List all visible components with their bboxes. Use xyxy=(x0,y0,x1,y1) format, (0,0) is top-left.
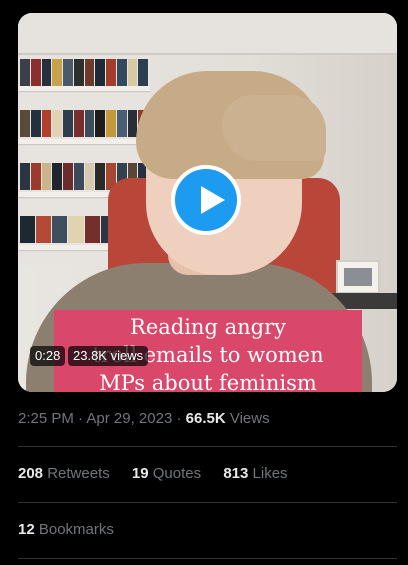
separator: · xyxy=(176,410,186,427)
post-date[interactable]: Apr 29, 2023 xyxy=(86,410,172,427)
ceiling xyxy=(18,13,397,55)
divider xyxy=(18,558,397,559)
play-icon xyxy=(201,186,225,214)
play-button[interactable] xyxy=(171,165,241,235)
retweets-stat[interactable]: 208 Retweets xyxy=(18,465,110,482)
retweets-label: Retweets xyxy=(47,465,110,482)
bookmarks-label: Bookmarks xyxy=(38,521,114,538)
post-views-label: Views xyxy=(229,410,270,427)
bookmarks-stat[interactable]: 12 Bookmarks xyxy=(18,521,114,538)
picture-frame xyxy=(336,260,380,294)
post-time[interactable]: 2:25 PM xyxy=(18,410,74,427)
quotes-label: Quotes xyxy=(152,465,202,482)
bookmarks-count: 12 xyxy=(18,521,35,538)
video-player[interactable]: Reading angry troll emails to women MPs … xyxy=(18,13,397,392)
likes-count: 813 xyxy=(223,465,249,482)
quotes-count: 19 xyxy=(131,465,149,482)
person-fringe xyxy=(222,95,326,161)
divider xyxy=(18,502,397,503)
post-views-count: 66.5K xyxy=(185,410,226,427)
retweets-count: 208 xyxy=(18,465,44,482)
video-views-badge: 23.8K views xyxy=(68,346,149,366)
quotes-stat[interactable]: 19 Quotes xyxy=(132,465,201,482)
likes-stat[interactable]: 813 Likes xyxy=(223,465,287,482)
post-timestamp: 2:25 PM · Apr 29, 2023 · 66.5K Views xyxy=(18,410,270,427)
engagement-stats: 208 Retweets 19 Quotes 813 Likes xyxy=(18,465,306,482)
likes-label: Likes xyxy=(252,465,288,482)
duration-badge: 0:28 xyxy=(30,346,66,366)
divider xyxy=(18,446,397,447)
